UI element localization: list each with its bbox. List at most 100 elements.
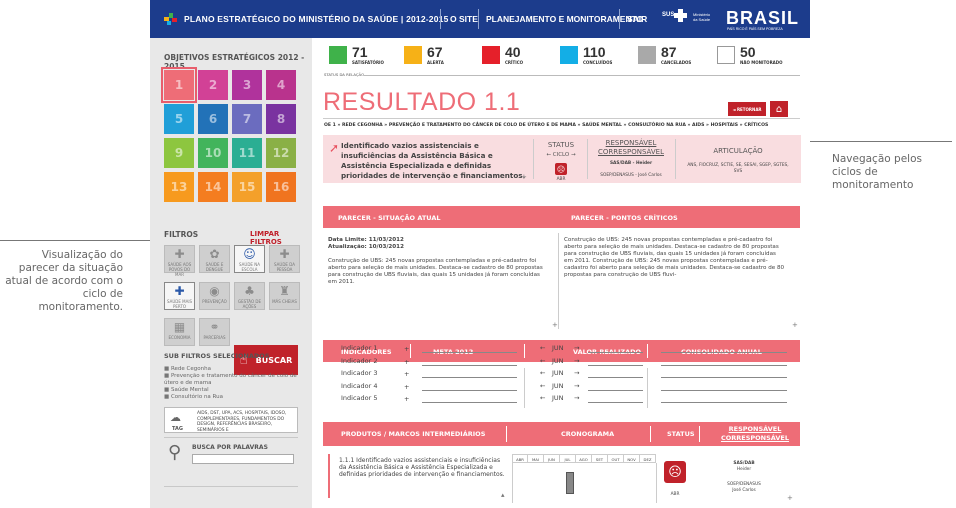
expand-icon[interactable]: +	[521, 173, 527, 181]
status-number: 50	[740, 44, 756, 60]
status-label: CONCLUÍDOS	[583, 60, 613, 65]
objetivo-square-4[interactable]: 4	[266, 70, 296, 100]
objetivo-square-5[interactable]: 5	[164, 104, 194, 134]
indicador-expand-icon[interactable]: +	[404, 358, 409, 366]
meta-field	[422, 364, 517, 366]
filter-button[interactable]: ✚ SAÚDE MAIS PERTO	[164, 282, 195, 310]
magnifier-icon: ⚲	[168, 442, 182, 463]
busca-palavras-input[interactable]	[192, 454, 294, 464]
indicador-label: Indicador 5	[341, 394, 378, 402]
ciclo-nav[interactable]: ← CICLO →	[535, 152, 587, 158]
prev-month-arrow[interactable]: ←	[540, 344, 545, 352]
expand-icon[interactable]: +	[792, 321, 798, 329]
home-button[interactable]: ⌂	[770, 101, 788, 117]
expand-icon[interactable]: +	[552, 321, 558, 329]
tag-text: AIDS, DST, UPA, ACS, HOSPITAIS, IDOSO, C…	[197, 411, 287, 433]
nav-o-site[interactable]: O SITE	[450, 14, 478, 24]
annotation-parecer: Visualização do parecer da situação atua…	[5, 249, 123, 313]
objetivo-square-11[interactable]: 11	[232, 138, 262, 168]
consolidado-field	[661, 402, 787, 403]
filter-label: SAÚDE DA PESSOA	[274, 262, 295, 272]
filter-button[interactable]: ✚ SAÚDE DA PESSOA	[269, 245, 300, 273]
filter-icon: ◉	[209, 284, 220, 298]
objetivo-square-10[interactable]: 10	[198, 138, 228, 168]
valor-field	[588, 377, 643, 378]
status-count[interactable]: 50 NÃO MONITORADO	[717, 44, 782, 65]
sidebar: OBJETIVOS ESTRATÉGICOS 2012 - 2015 12345…	[150, 38, 312, 508]
objetivo-square-16[interactable]: 16	[266, 172, 296, 202]
collapse-icon[interactable]: ▴	[501, 491, 505, 499]
consolidado-field	[661, 352, 787, 353]
filter-button[interactable]: ◉ PREVENÇÃO	[199, 282, 230, 310]
month-label: JUN	[552, 381, 564, 390]
month-cell: JUN	[544, 454, 560, 463]
filter-button[interactable]: ♜ MÁS CHEIAS	[269, 282, 300, 310]
indicador-expand-icon[interactable]: +	[404, 345, 409, 353]
objetivo-square-9[interactable]: 9	[164, 138, 194, 168]
next-month-arrow[interactable]: →	[574, 394, 579, 402]
nav-divider	[478, 9, 479, 29]
status-count[interactable]: 40 CRÍTICO	[482, 45, 523, 65]
parecer-criticos-header: PARECER - PONTOS CRÍTICOS	[571, 214, 678, 222]
filter-button[interactable]: ✿ SAÚDE E DENGUE	[199, 245, 230, 273]
status-swatch	[482, 46, 500, 64]
meta-field	[422, 377, 517, 378]
filter-button[interactable]: ⚭ PARCERIAS	[199, 318, 230, 346]
objetivo-square-6[interactable]: 6	[198, 104, 228, 134]
objetivo-square-2[interactable]: 2	[198, 70, 228, 100]
filter-icon: ✚	[174, 284, 185, 298]
prev-month-arrow[interactable]: ←	[540, 357, 545, 365]
prev-month-arrow[interactable]: ←	[540, 394, 545, 402]
objetivo-square-14[interactable]: 14	[198, 172, 228, 202]
objetivo-square-12[interactable]: 12	[266, 138, 296, 168]
objetivo-square-7[interactable]: 7	[232, 104, 262, 134]
filter-button[interactable]: ✚ SAÚDE AOS POVOS DO MAR	[164, 245, 195, 277]
prev-month-arrow[interactable]: ←	[540, 369, 545, 377]
corresponsavel-org: SOEP/DENASUS	[727, 482, 761, 487]
indicador-expand-icon[interactable]: +	[404, 370, 409, 378]
cron-grid-line	[656, 463, 657, 503]
parecer-situacao-header: PARECER - SITUAÇÃO ATUAL	[338, 214, 441, 222]
month-cell: AGO	[576, 454, 592, 463]
divider	[533, 139, 534, 179]
annotation-navegacao: Navegação pelos ciclos de monitoramento	[832, 153, 922, 191]
retornar-button[interactable]: ◄ RETORNAR	[728, 102, 766, 116]
filter-button[interactable]: ▦ ECONOMIA	[164, 318, 195, 346]
objetivo-square-13[interactable]: 13	[164, 172, 194, 202]
sub-filtro-item: Consultório na Rua	[164, 394, 298, 401]
status-swatch	[717, 46, 735, 64]
next-month-arrow[interactable]: →	[574, 382, 579, 390]
tag-box[interactable]: ☁ TAG AIDS, DST, UPA, ACS, HOSPITAIS, ID…	[164, 407, 298, 433]
prev-month-arrow[interactable]: ←	[540, 382, 545, 390]
status-count[interactable]: 110 CONCLUÍDOS	[560, 45, 613, 65]
status-count[interactable]: 67 ALERTA	[404, 45, 444, 65]
objetivo-square-15[interactable]: 15	[232, 172, 262, 202]
status-text: 110 CONCLUÍDOS	[583, 45, 613, 65]
ministry-logo-icon	[164, 13, 177, 25]
next-month-arrow[interactable]: →	[574, 369, 579, 377]
valor-field	[588, 352, 643, 353]
objetivo-square-8[interactable]: 8	[266, 104, 296, 134]
status-count[interactable]: 71 SATISFATÓRIO	[329, 45, 384, 65]
limpar-filtros-link[interactable]: LIMPAR FILTROS	[250, 230, 312, 246]
divider	[364, 75, 800, 76]
objetivo-square-3[interactable]: 3	[232, 70, 262, 100]
divider	[558, 233, 559, 329]
filter-label: GESTÃO DE AÇÕES	[238, 299, 261, 309]
nav-divider	[440, 9, 441, 29]
status-month: ABR	[556, 177, 566, 182]
indicador-expand-icon[interactable]: +	[404, 383, 409, 391]
filter-button[interactable]: ♣ GESTÃO DE AÇÕES	[234, 282, 265, 310]
filter-button[interactable]: ☺ SAÚDE NA ESCOLA	[234, 245, 265, 273]
indicador-expand-icon[interactable]: +	[404, 395, 409, 403]
nav-sair[interactable]: SAIR	[627, 14, 647, 24]
filter-icon: ✿	[209, 247, 220, 261]
next-month-arrow[interactable]: →	[574, 357, 579, 365]
resultado-info-box: ➚ Identificado vazios assistenciais e in…	[323, 135, 801, 183]
objetivo-square-1[interactable]: 1	[161, 67, 197, 103]
next-month-arrow[interactable]: →	[574, 344, 579, 352]
produto-item-text: 1.1.1 Identificado vazios assistenciais …	[339, 457, 505, 478]
status-count[interactable]: 87 CANCELADOS	[638, 45, 691, 65]
sub-filtro-item: Prevenção e tratamento do câncer de colo…	[164, 373, 298, 387]
expand-icon[interactable]: +	[787, 494, 793, 502]
